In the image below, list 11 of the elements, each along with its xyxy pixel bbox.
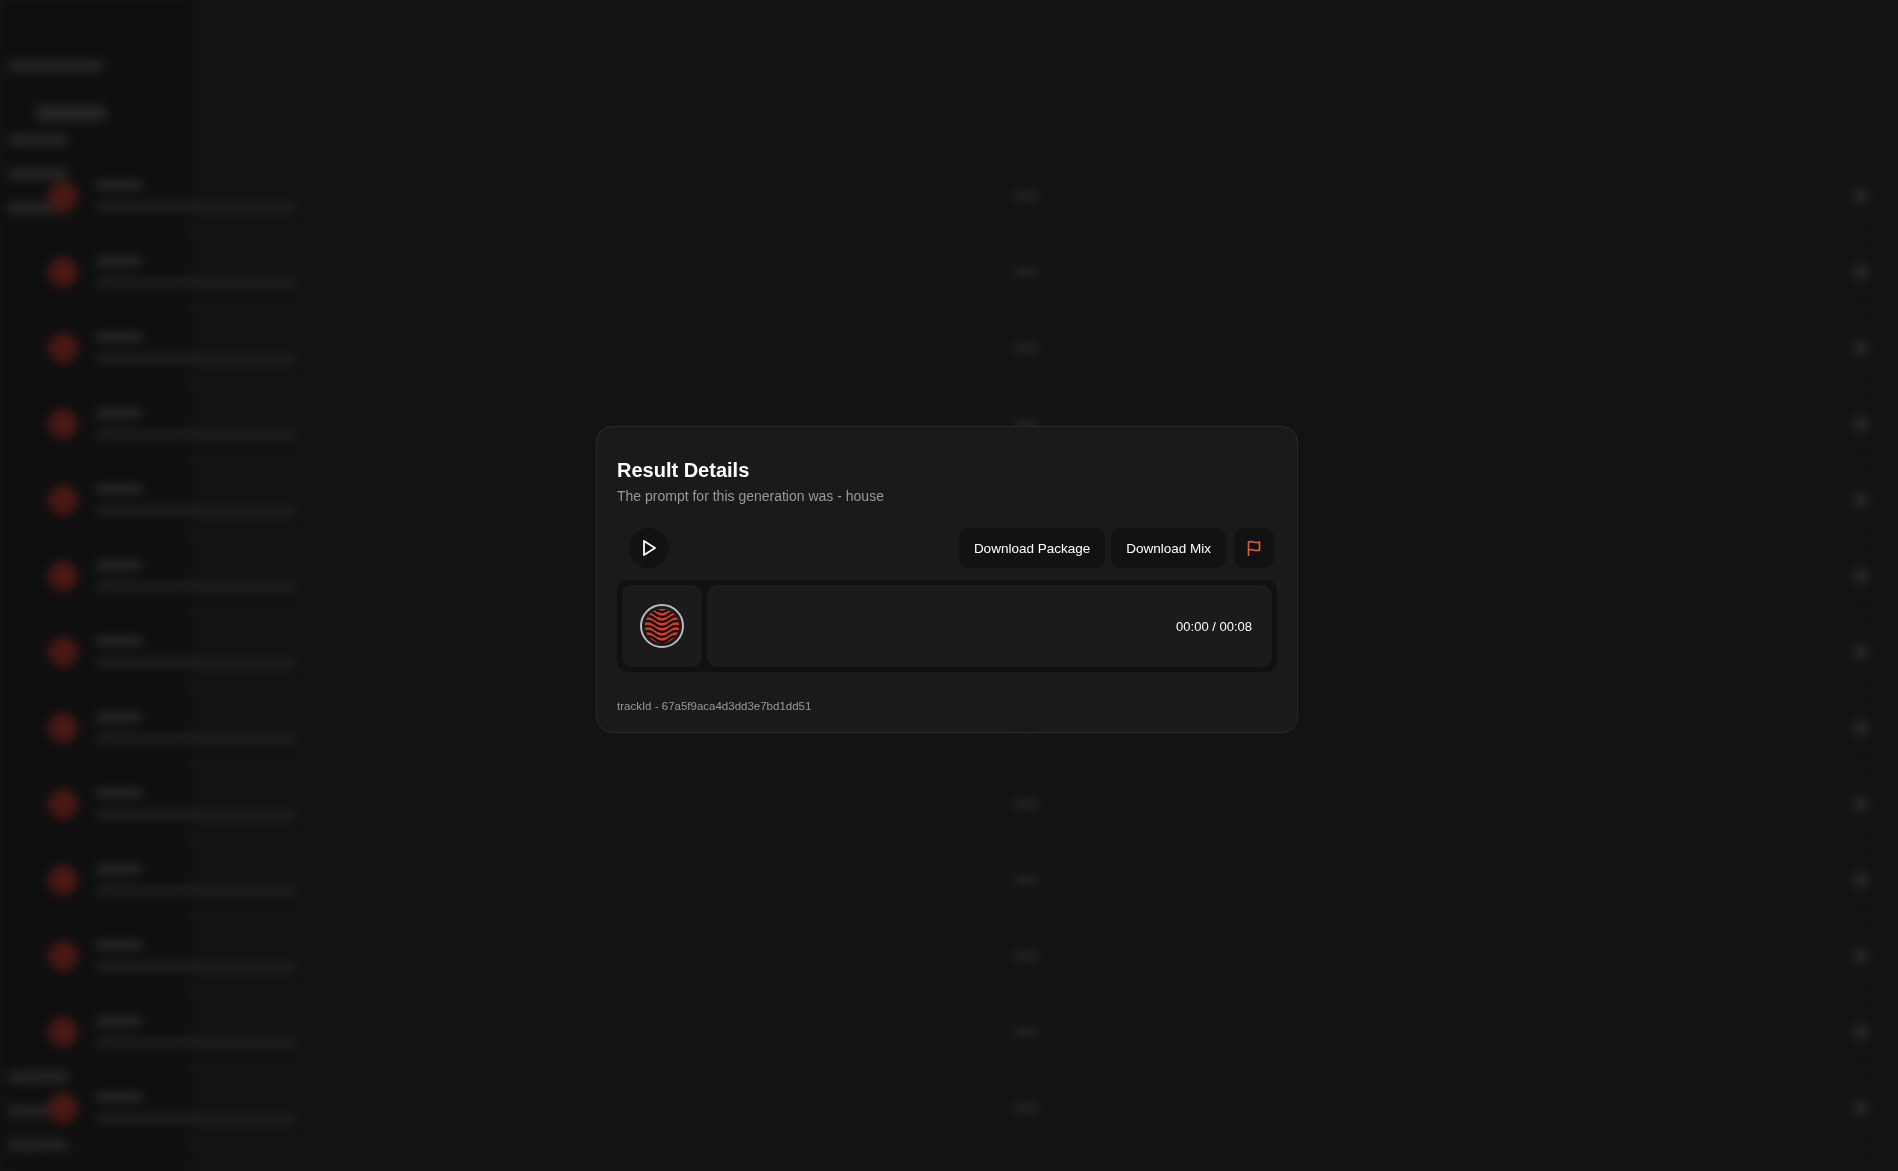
dialog-subtitle: The prompt for this generation was - house bbox=[617, 488, 885, 504]
download-button[interactable]: Download Package bbox=[958, 528, 1106, 568]
download-button[interactable]: Download Mix bbox=[1111, 528, 1226, 568]
dialog-title: Result Details bbox=[617, 459, 751, 482]
time-display: 00:00 / 00:08 bbox=[1176, 618, 1252, 634]
flag-icon bbox=[1246, 539, 1262, 557]
play-button[interactable] bbox=[629, 528, 669, 568]
report-button[interactable] bbox=[1234, 528, 1274, 568]
logo-icon bbox=[639, 603, 685, 649]
track-id: trackId - 67a5f9aca4d3dd3e7bd1dd51 bbox=[617, 700, 813, 712]
play-icon bbox=[641, 539, 657, 557]
